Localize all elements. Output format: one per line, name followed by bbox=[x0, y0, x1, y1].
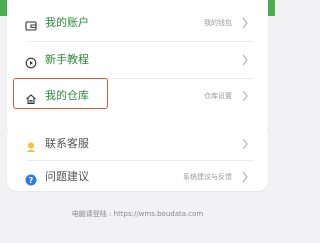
svg-text:?: ? bbox=[29, 176, 34, 185]
chevron-right-icon bbox=[240, 169, 250, 185]
secondary-menu-card: 联系客服 ? 问题建议 系统建议与反馈 bbox=[7, 125, 268, 191]
chevron-right-icon bbox=[240, 88, 250, 104]
chevron-right-icon bbox=[240, 15, 250, 31]
menu-item-feedback[interactable]: ? 问题建议 系统建议与反馈 bbox=[7, 160, 268, 194]
menu-item-subtext: 系统建议与反馈 bbox=[183, 173, 232, 181]
wallet-icon bbox=[25, 17, 37, 31]
menu-item-subtext: 我的钱包 bbox=[204, 19, 232, 27]
question-icon: ? bbox=[25, 171, 37, 186]
menu-item-customer-service[interactable]: 联系客服 bbox=[7, 127, 268, 161]
menu-item-label: 问题建议 bbox=[45, 170, 89, 183]
divider bbox=[27, 41, 254, 42]
menu-item-tutorial[interactable]: 新手教程 bbox=[7, 43, 268, 77]
primary-menu-card: 我的账户 我的钱包 新手教程 我的仓库 仓库设置 bbox=[7, 0, 268, 136]
customer-service-icon bbox=[25, 138, 37, 152]
menu-item-subtext: 仓库设置 bbox=[204, 92, 232, 100]
menu-item-label: 联系客服 bbox=[45, 137, 89, 150]
menu-item-label: 我的账户 bbox=[45, 16, 89, 29]
menu-item-label: 新手教程 bbox=[45, 53, 89, 66]
highlight-frame bbox=[13, 78, 108, 109]
chevron-right-icon bbox=[240, 52, 250, 68]
menu-item-my-account[interactable]: 我的账户 我的钱包 bbox=[7, 6, 268, 40]
play-circle-icon bbox=[25, 54, 37, 69]
footer-login-hint: 电脑请登陆 : https://wms.boudata.com bbox=[71, 210, 204, 218]
chevron-right-icon bbox=[240, 136, 250, 152]
